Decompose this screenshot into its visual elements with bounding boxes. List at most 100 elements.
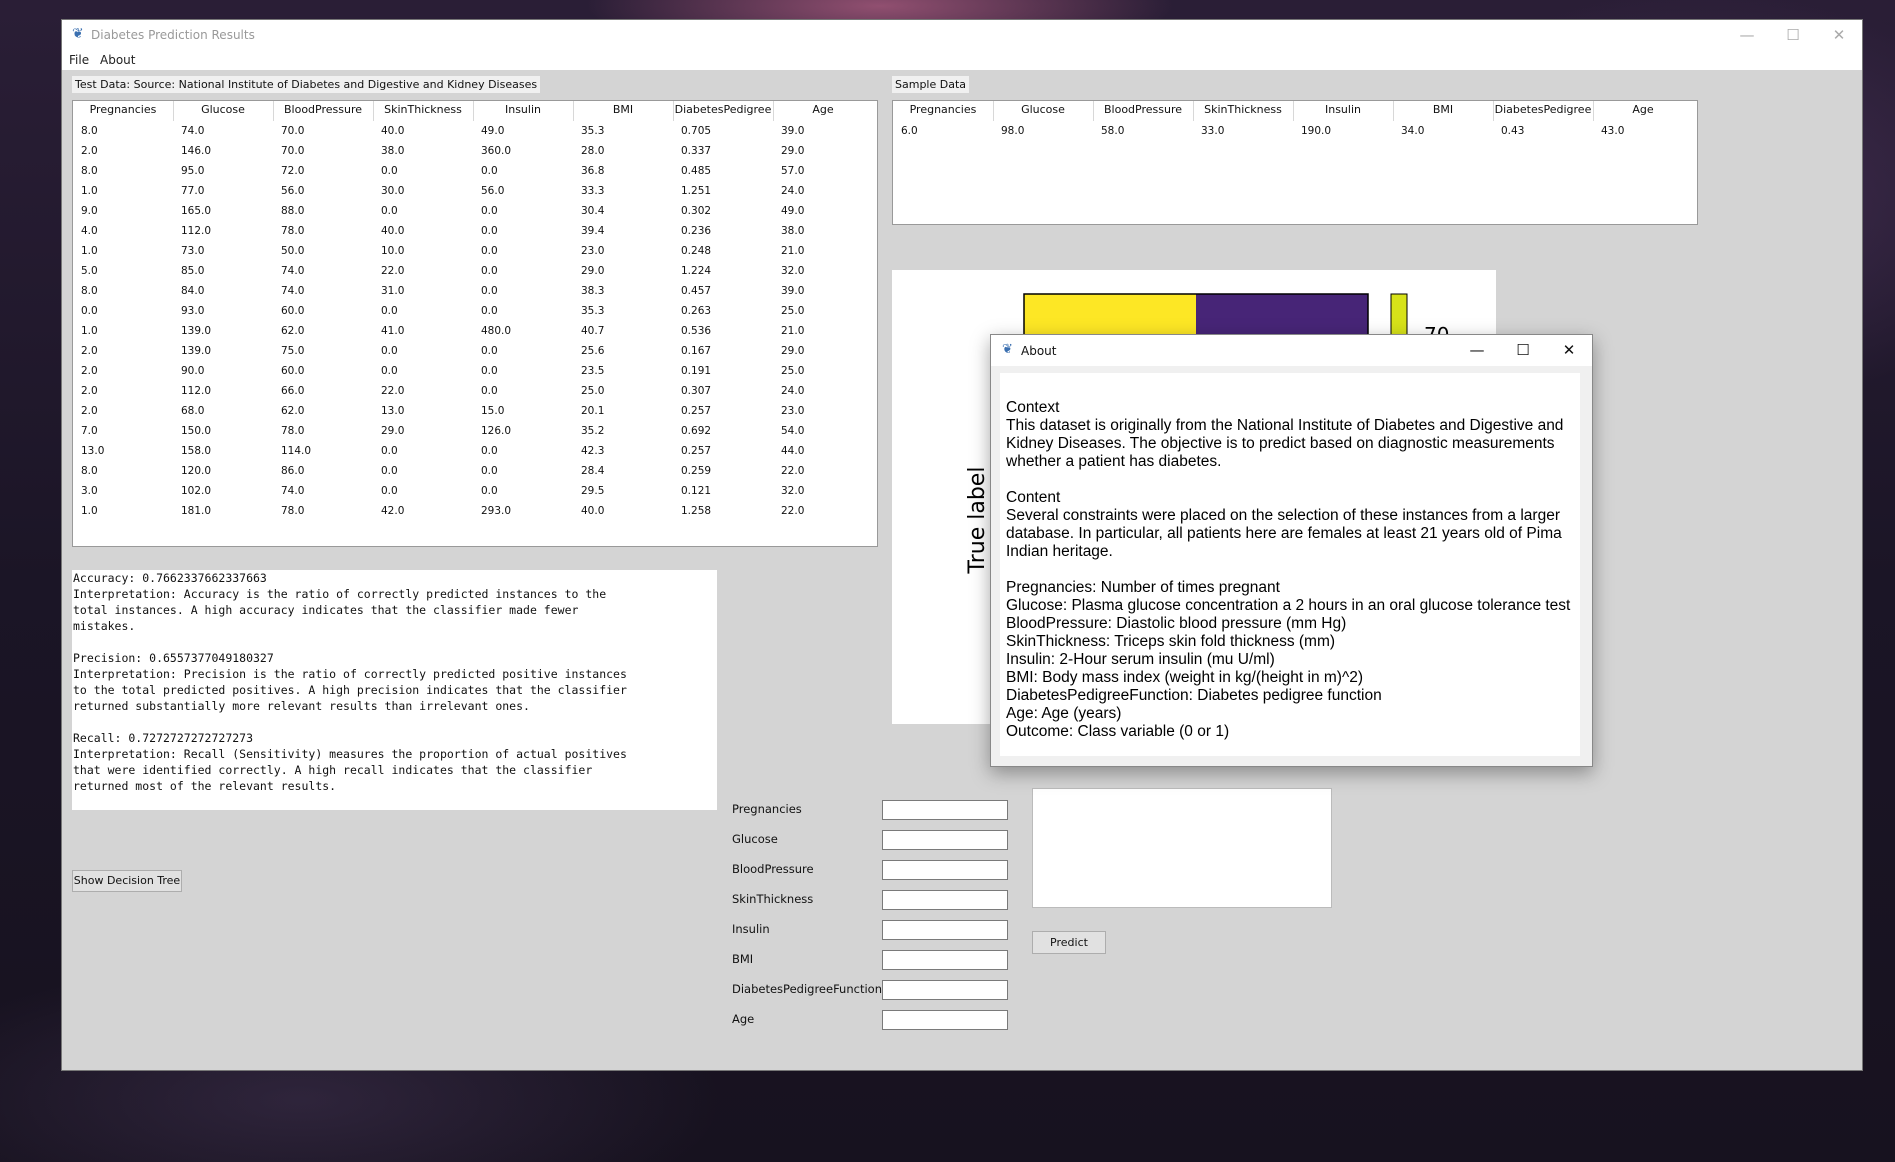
- about-line: Context: [1006, 399, 1060, 416]
- table-row[interactable]: 1.0 73.0 50.0 10.0 0.0 23.0 0.248 21.0: [73, 243, 877, 263]
- prediction-output[interactable]: [1032, 788, 1332, 908]
- table-cell: 74.0: [281, 265, 305, 277]
- column-header[interactable]: Glucose: [993, 103, 1093, 116]
- table-row[interactable]: 9.0 165.0 88.0 0.0 0.0 30.4 0.302 49.0: [73, 203, 877, 223]
- table-cell: 32.0: [781, 265, 805, 277]
- minimize-icon[interactable]: —: [1724, 20, 1770, 50]
- table-cell: 39.0: [781, 285, 805, 297]
- column-header[interactable]: BloodPressure: [1093, 103, 1193, 116]
- bloodpressure-input[interactable]: [882, 860, 1008, 880]
- table-row[interactable]: 5.0 85.0 74.0 22.0 0.0 29.0 1.224 32.0: [73, 263, 877, 283]
- field-label: Age: [732, 1012, 755, 1026]
- table-cell: 10.0: [381, 245, 405, 257]
- table-row[interactable]: 6.0 98.0 58.0 33.0 190.0 34.0 0.43 43.0: [893, 123, 1697, 143]
- table-row[interactable]: 13.0 158.0 114.0 0.0 0.0 42.3 0.257 44.0: [73, 443, 877, 463]
- table-cell: 23.5: [581, 365, 605, 377]
- column-header[interactable]: BloodPressure: [273, 103, 373, 116]
- table-cell: 13.0: [81, 445, 105, 457]
- column-header[interactable]: Insulin: [1293, 103, 1393, 116]
- feather-icon: ❦: [1002, 342, 1013, 357]
- table-cell: 1.0: [81, 245, 98, 257]
- column-header[interactable]: Pregnancies: [893, 103, 993, 116]
- table-cell: 112.0: [181, 385, 212, 397]
- skinthickness-input[interactable]: [882, 890, 1008, 910]
- about-line: DiabetesPedigreeFunction: Diabetes pedig…: [1006, 687, 1382, 704]
- table-cell: 33.0: [1201, 125, 1225, 137]
- predict-button[interactable]: Predict: [1032, 931, 1106, 954]
- glucose-input[interactable]: [882, 830, 1008, 850]
- table-row[interactable]: 2.0 139.0 75.0 0.0 0.0 25.6 0.167 29.0: [73, 343, 877, 363]
- column-header[interactable]: Pregnancies: [73, 103, 173, 116]
- column-header[interactable]: Insulin: [473, 103, 573, 116]
- menu-file[interactable]: File: [69, 53, 89, 67]
- pregnancies-input[interactable]: [882, 800, 1008, 820]
- column-header[interactable]: Glucose: [173, 103, 273, 116]
- title-bar[interactable]: ❦ Diabetes Prediction Results — ☐ ✕: [62, 20, 1862, 50]
- test-data-table[interactable]: Pregnancies Glucose BloodPressure SkinThick…: [72, 100, 878, 547]
- table-cell: 78.0: [281, 225, 305, 237]
- table-cell: 74.0: [281, 485, 305, 497]
- column-header[interactable]: DiabetesPedigree: [1493, 103, 1593, 116]
- close-icon[interactable]: ✕: [1546, 335, 1592, 366]
- table-cell: 78.0: [281, 505, 305, 517]
- about-line: SkinThickness: Triceps skin fold thickne…: [1006, 633, 1336, 650]
- table-row[interactable]: 8.0 95.0 72.0 0.0 0.0 36.8 0.485 57.0: [73, 163, 877, 183]
- column-header[interactable]: SkinThickness: [1193, 103, 1293, 116]
- table-row[interactable]: 8.0 74.0 70.0 40.0 49.0 35.3 0.705 39.0: [73, 123, 877, 143]
- diabetespedigreefunction-input[interactable]: [882, 980, 1008, 1000]
- table-cell: 88.0: [281, 205, 305, 217]
- column-header[interactable]: BMI: [573, 103, 673, 116]
- menu-about[interactable]: About: [100, 53, 135, 67]
- table-cell: 8.0: [81, 465, 98, 477]
- table-row[interactable]: 7.0 150.0 78.0 29.0 126.0 35.2 0.692 54.0: [73, 423, 877, 443]
- table-row[interactable]: 3.0 102.0 74.0 0.0 0.0 29.5 0.121 32.0: [73, 483, 877, 503]
- table-cell: 57.0: [781, 165, 805, 177]
- column-divider: [1493, 101, 1494, 121]
- table-cell: 13.0: [381, 405, 405, 417]
- menu-bar: File About: [62, 50, 1862, 70]
- table-cell: 0.0: [481, 285, 498, 297]
- bmi-input[interactable]: [882, 950, 1008, 970]
- metrics-textbox[interactable]: Accuracy: 0.7662337662337663 Interpretat…: [72, 570, 717, 810]
- table-cell: 44.0: [781, 445, 805, 457]
- table-row[interactable]: 1.0 77.0 56.0 30.0 56.0 33.3 1.251 24.0: [73, 183, 877, 203]
- table-row[interactable]: 2.0 146.0 70.0 38.0 360.0 28.0 0.337 29.0: [73, 143, 877, 163]
- table-cell: 0.0: [481, 245, 498, 257]
- table-row[interactable]: 1.0 181.0 78.0 42.0 293.0 40.0 1.258 22.0: [73, 503, 877, 523]
- column-header[interactable]: BMI: [1393, 103, 1493, 116]
- table-row[interactable]: 2.0 68.0 62.0 13.0 15.0 20.1 0.257 23.0: [73, 403, 877, 423]
- table-cell: 1.251: [681, 185, 712, 197]
- column-header[interactable]: DiabetesPedigree: [673, 103, 773, 116]
- maximize-icon[interactable]: ☐: [1770, 20, 1816, 50]
- table-row[interactable]: 2.0 112.0 66.0 22.0 0.0 25.0 0.307 24.0: [73, 383, 877, 403]
- table-cell: 7.0: [81, 425, 98, 437]
- table-row[interactable]: 1.0 139.0 62.0 41.0 480.0 40.7 0.536 21.0: [73, 323, 877, 343]
- table-row[interactable]: 0.0 93.0 60.0 0.0 0.0 35.3 0.263 25.0: [73, 303, 877, 323]
- column-header[interactable]: Age: [773, 103, 873, 116]
- table-cell: 21.0: [781, 245, 805, 257]
- sample-data-table[interactable]: Pregnancies Glucose BloodPressure SkinThick…: [892, 100, 1698, 225]
- about-title-bar[interactable]: ❦ About — ☐ ✕: [991, 335, 1592, 366]
- table-cell: 0.43: [1501, 125, 1525, 137]
- age-input[interactable]: [882, 1010, 1008, 1030]
- field-label: Insulin: [732, 922, 770, 936]
- table-cell: 0.121: [681, 485, 712, 497]
- table-cell: 29.5: [581, 485, 605, 497]
- column-header[interactable]: SkinThickness: [373, 103, 473, 116]
- table-cell: 62.0: [281, 325, 305, 337]
- table-row[interactable]: 2.0 90.0 60.0 0.0 0.0 23.5 0.191 25.0: [73, 363, 877, 383]
- table-cell: 0.337: [681, 145, 712, 157]
- table-cell: 56.0: [481, 185, 505, 197]
- show-decision-tree-button[interactable]: Show Decision Tree: [72, 870, 182, 892]
- about-line: Several constraints were placed on the s…: [1006, 507, 1560, 524]
- close-icon[interactable]: ✕: [1816, 20, 1862, 50]
- table-cell: 28.0: [581, 145, 605, 157]
- maximize-icon[interactable]: ☐: [1500, 335, 1546, 366]
- minimize-icon[interactable]: —: [1454, 335, 1500, 366]
- insulin-input[interactable]: [882, 920, 1008, 940]
- table-row[interactable]: 8.0 84.0 74.0 31.0 0.0 38.3 0.457 39.0: [73, 283, 877, 303]
- table-row[interactable]: 4.0 112.0 78.0 40.0 0.0 39.4 0.236 38.0: [73, 223, 877, 243]
- column-header[interactable]: Age: [1593, 103, 1693, 116]
- table-cell: 86.0: [281, 465, 305, 477]
- table-row[interactable]: 8.0 120.0 86.0 0.0 0.0 28.4 0.259 22.0: [73, 463, 877, 483]
